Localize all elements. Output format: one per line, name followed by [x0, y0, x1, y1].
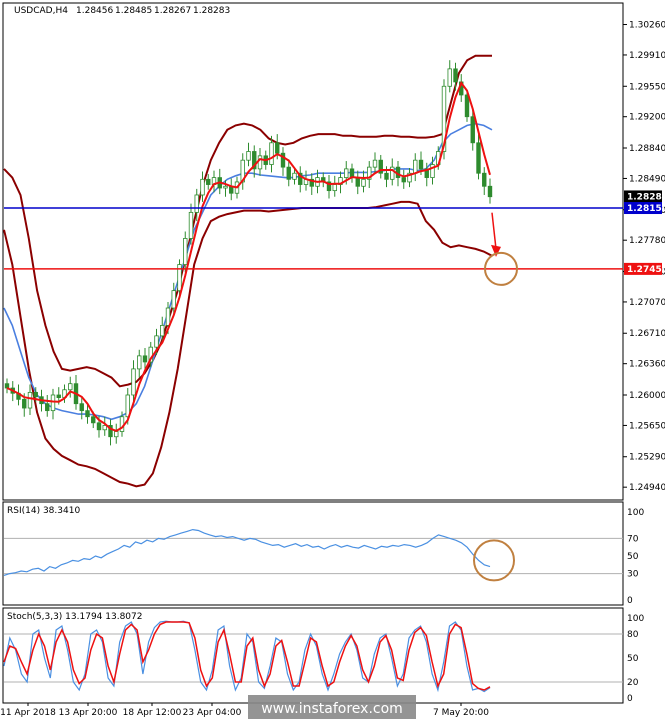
price-tag-label: 1.27450	[627, 265, 665, 275]
candle-body	[418, 159, 424, 170]
candle-body	[286, 166, 291, 180]
main-chart-title: USDCAD,H4	[14, 6, 68, 16]
candle-body	[154, 335, 159, 348]
candle-body	[487, 185, 493, 198]
stoch-y-tick-label: 50	[627, 654, 639, 664]
rsi-panel	[2, 501, 624, 606]
candle-body	[33, 391, 38, 398]
candle-body	[482, 172, 487, 187]
candle-body	[390, 166, 395, 180]
price-tag-label: 1.28283	[627, 192, 665, 202]
main-y-tick-label: 1.28840	[629, 144, 665, 154]
chart-canvas: 1.30260 1.29910 1.29550 1.29200 1.28840 1.284…	[0, 2, 665, 719]
candle-body	[56, 394, 61, 398]
candle-body	[372, 159, 378, 168]
x-tick-label: 13 Apr 20:00	[59, 708, 118, 718]
candle-body	[194, 194, 199, 213]
candle-body	[22, 398, 27, 409]
candle-body	[453, 68, 458, 83]
main-panel	[2, 2, 624, 501]
candle-body	[476, 142, 481, 174]
rsi-y-tick-label: 30	[627, 570, 639, 580]
stoch-y-tick-label: 20	[627, 678, 639, 688]
watermark: www.instaforex.com	[248, 695, 416, 719]
watermark-text: www.instaforex.com	[261, 701, 403, 717]
price-tag-label: 1.28150	[627, 204, 665, 214]
main-y-tick-label: 1.30260	[629, 21, 665, 31]
candle-body	[4, 383, 10, 389]
candle-body	[91, 416, 96, 424]
main-y-tick-label: 1.26000	[629, 391, 665, 401]
x-tick-label: 11 Apr 2018	[0, 708, 56, 718]
candle-body	[131, 368, 136, 396]
candle-body	[68, 383, 73, 391]
ohlc-open: 1.28456	[76, 6, 113, 16]
rsi-y-tick-label: 70	[627, 534, 639, 544]
x-tick-label: 23 Apr 04:00	[183, 708, 242, 718]
candle-body	[188, 211, 194, 239]
main-y-tick-label: 1.25650	[629, 421, 665, 431]
candle-body	[183, 238, 188, 265]
main-y-tick-label: 1.26710	[629, 329, 665, 339]
candle-body	[85, 410, 90, 418]
candle-body	[257, 155, 263, 170]
candle-body	[470, 116, 475, 144]
main-y-tick-label: 1.28490	[629, 174, 665, 184]
stoch-y-tick-label: 100	[627, 614, 644, 624]
candle-body	[96, 422, 102, 431]
chart-window: 1.30260 1.29910 1.29550 1.29200 1.28840 1.284…	[0, 0, 665, 723]
candle-body	[114, 431, 119, 438]
candle-body	[464, 94, 470, 118]
candle-body	[171, 290, 176, 309]
candle-body	[200, 178, 205, 196]
main-y-tick-label: 1.27070	[629, 298, 665, 308]
candle-body	[206, 178, 211, 185]
main-y-tick-label: 1.24940	[629, 483, 665, 493]
stoch-y-tick-label: 80	[627, 630, 639, 640]
candle-body	[160, 325, 165, 337]
candle-body	[79, 403, 84, 412]
rsi-y-tick-label: 50	[627, 552, 639, 562]
candle-body	[401, 177, 406, 183]
candle-body	[269, 142, 274, 165]
stoch-panel	[2, 607, 624, 704]
y-axis-labels: 1.30260 1.29910 1.29550 1.29200 1.28840 1.284…	[623, 21, 665, 704]
candle-body	[45, 403, 50, 412]
x-tick-label: 18 Apr 12:00	[123, 708, 182, 718]
main-y-tick-label: 1.26360	[629, 360, 665, 370]
ohlc-low: 1.28267	[154, 6, 191, 16]
candle-body	[275, 142, 280, 154]
candle-body	[355, 177, 360, 187]
candle-body	[384, 172, 389, 180]
candle-body	[50, 394, 56, 412]
candle-body	[344, 168, 349, 178]
ohlc-high: 1.28485	[115, 6, 152, 16]
candle-body	[137, 355, 142, 370]
candle-body	[361, 178, 366, 187]
main-y-tick-label: 1.29200	[629, 113, 665, 123]
rsi-y-tick-label: 0	[627, 596, 633, 606]
candle-body	[447, 68, 452, 87]
candle-body	[246, 151, 251, 161]
stoch-y-tick-label: 0	[627, 694, 633, 704]
candle-body	[223, 185, 228, 189]
candle-body	[332, 184, 337, 192]
candle-body	[142, 355, 148, 363]
candle-body	[413, 159, 418, 174]
rsi-title: RSI(14) 38.3410	[7, 506, 80, 516]
main-y-tick-label: 1.27780	[629, 236, 665, 246]
main-y-tick-label: 1.29910	[629, 51, 665, 61]
stoch-title: Stoch(5,3,3) 13.1794 13.8072	[7, 612, 142, 622]
rsi-y-tick-label: 100	[627, 508, 644, 518]
ohlc-close: 1.28283	[193, 6, 230, 16]
candle-body	[27, 391, 33, 409]
candle-body	[165, 307, 171, 326]
main-y-tick-label: 1.25290	[629, 453, 665, 463]
x-tick-label: 7 May 20:00	[433, 708, 489, 718]
main-y-tick-label: 1.29550	[629, 82, 665, 92]
candle-body	[292, 172, 297, 180]
